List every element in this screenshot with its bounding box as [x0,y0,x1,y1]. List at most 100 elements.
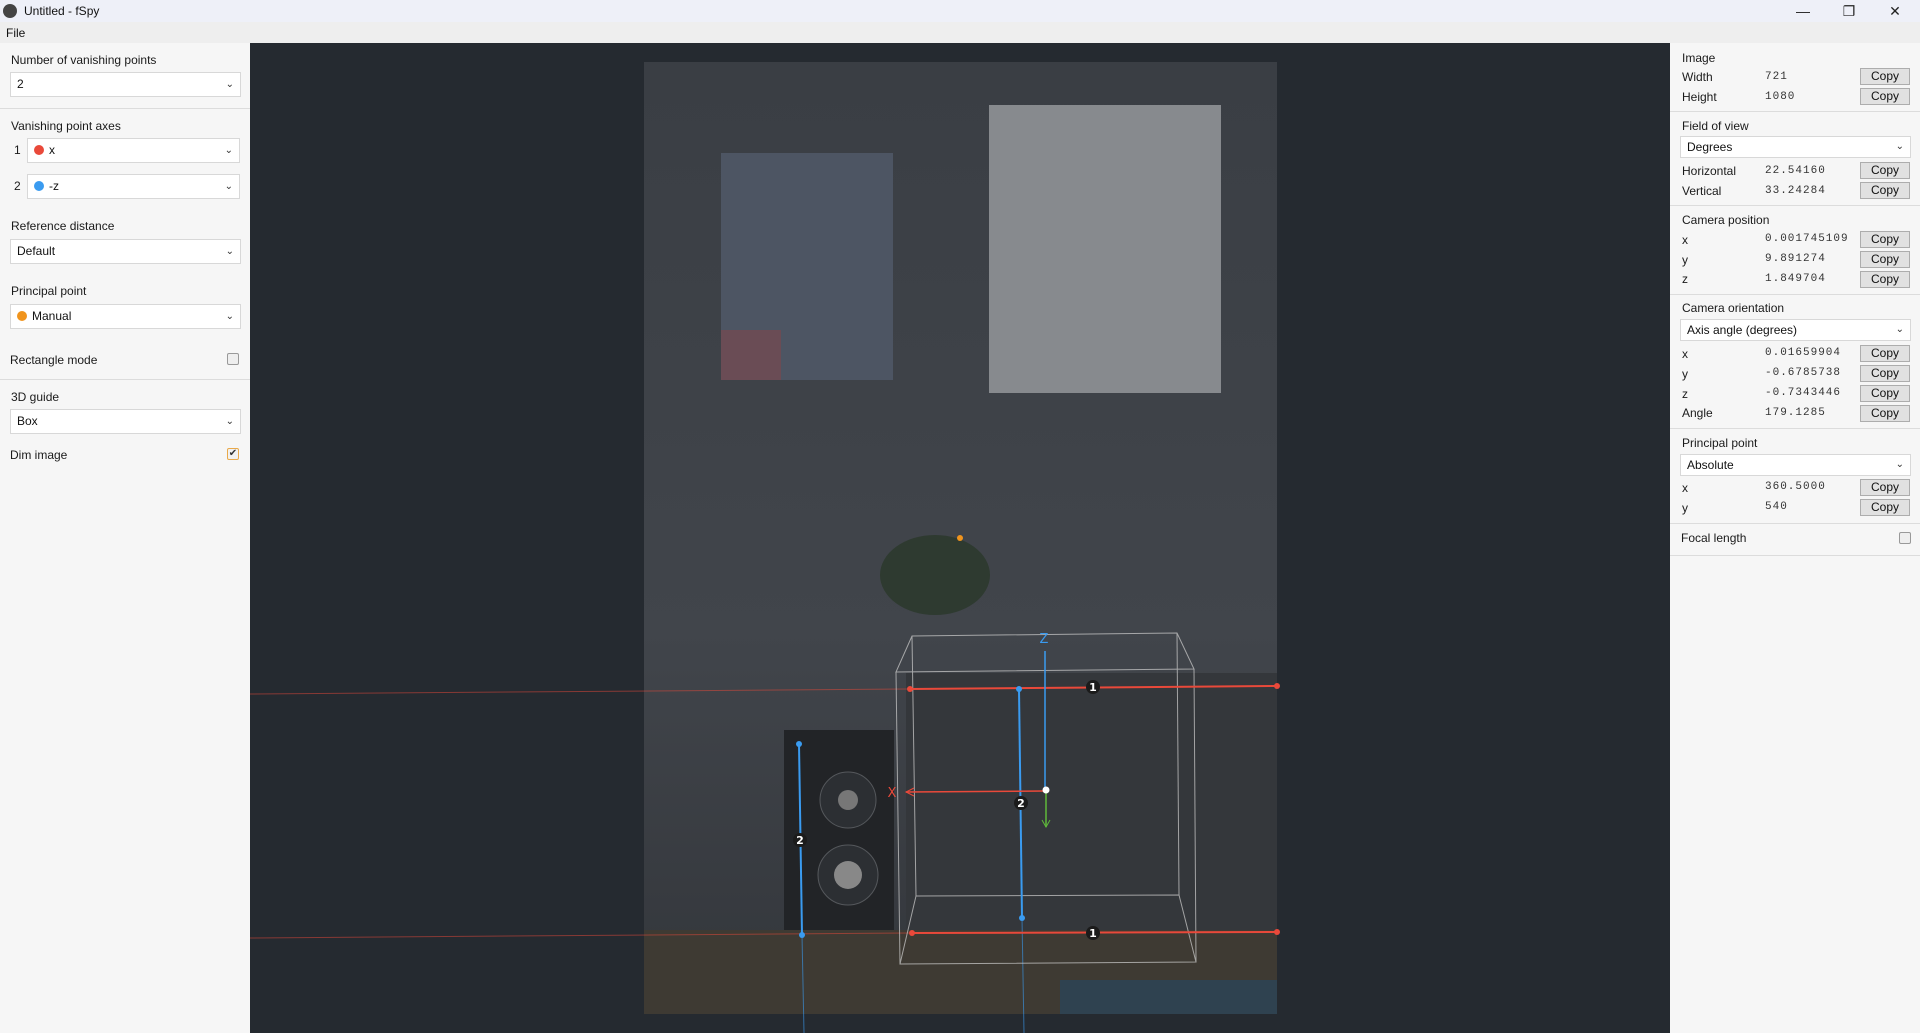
title-bar: Untitled - fSpy — ❐ ✕ [0,0,1920,22]
cam-orient-y-label: y [1682,367,1688,381]
pp-mode-value: Absolute [1687,458,1734,472]
horizontal-label: Horizontal [1682,164,1737,178]
fov-unit-select[interactable]: Degrees ⌄ [1680,136,1911,158]
copy-cam-orient-y-button[interactable]: Copy [1860,365,1910,382]
divider [1670,205,1920,206]
vp2-label: 2 [1017,797,1025,810]
copy-cam-orient-x-button[interactable]: Copy [1860,345,1910,362]
cam-orient-mode-select[interactable]: Axis angle (degrees) ⌄ [1680,319,1911,341]
vp-axes-label: Vanishing point axes [11,119,121,133]
copy-pp-x-button[interactable]: Copy [1860,479,1910,496]
copy-cam-pos-y-button[interactable]: Copy [1860,251,1910,268]
dim-image-label: Dim image [10,448,68,462]
menu-bar: File [0,22,1920,43]
copy-pp-y-button[interactable]: Copy [1860,499,1910,516]
cam-orient-section-title: Camera orientation [1682,301,1785,315]
cam-orient-x-value: 0.01659904 [1765,347,1842,359]
horizontal-value: 22.54160 [1765,165,1826,177]
blue-dot-icon [34,181,44,191]
angle-value: 179.1285 [1765,407,1826,419]
canvas-svg: Z X 1 1 2 2 [250,62,1280,1033]
chevron-down-icon: ⌄ [1895,141,1904,152]
chevron-down-icon: ⌄ [224,181,233,192]
copy-cam-pos-x-button[interactable]: Copy [1860,231,1910,248]
cam-orient-z-label: z [1682,387,1688,401]
poster-right [989,105,1221,393]
pp-y-label: y [1682,501,1688,515]
divider [1670,523,1920,524]
principal-point-handle [957,535,963,541]
divider [0,379,250,380]
vp2-label: 2 [796,834,804,847]
cam-pos-z-label: z [1682,272,1688,286]
results-panel: Image Width 721 Copy Height 1080 Copy Fi… [1670,43,1920,1033]
cam-pos-x-label: x [1682,233,1688,247]
pp-x-label: x [1682,481,1688,495]
rug [1060,980,1277,1014]
copy-height-button[interactable]: Copy [1860,88,1910,105]
close-button[interactable]: ✕ [1872,0,1918,22]
divider [1670,428,1920,429]
principal-point-select[interactable]: Manual ⌄ [10,304,241,329]
dim-image-checkbox[interactable]: ✔ [227,448,239,460]
num-vp-label: Number of vanishing points [11,53,157,67]
poster-left-pink [721,330,781,380]
width-value: 721 [1765,71,1788,83]
guide-value: Box [17,414,38,428]
image-section-title: Image [1682,51,1716,65]
pp-x-value: 360.5000 [1765,481,1826,493]
divider [1670,294,1920,295]
axis-z-label: Z [1040,632,1049,647]
check-icon: ✔ [228,448,238,459]
cam-pos-x-value: 0.001745109 [1765,233,1849,245]
pp-y-value: 540 [1765,501,1788,513]
chevron-down-icon: ⌄ [225,246,234,257]
plant [880,535,990,615]
chevron-down-icon: ⌄ [225,311,234,322]
guide-label: 3D guide [11,390,60,404]
pp-section-title: Principal point [1682,436,1758,450]
minimize-button[interactable]: — [1780,0,1826,22]
num-vp-select[interactable]: 2 ⌄ [10,72,241,97]
x-axis [905,790,1046,793]
vp2-axis-value: -z [49,179,59,193]
origin-handle [1042,786,1050,794]
vp1-axis-select[interactable]: x ⌄ [27,138,240,163]
vp1-axis-value: x [49,143,55,157]
copy-cam-pos-z-button[interactable]: Copy [1860,271,1910,288]
copy-angle-button[interactable]: Copy [1860,405,1910,422]
cam-pos-y-label: y [1682,253,1688,267]
image-canvas[interactable]: Z X 1 1 2 2 [250,43,1670,1033]
ref-distance-label: Reference distance [11,219,115,233]
red-dot-icon [34,145,44,155]
divider [1670,555,1920,556]
guide-select[interactable]: Box ⌄ [10,409,241,434]
rectangle-mode-label: Rectangle mode [10,353,98,367]
cam-pos-section-title: Camera position [1682,213,1770,227]
principal-point-label: Principal point [11,284,87,298]
cam-pos-y-value: 9.891274 [1765,253,1826,265]
vp2-axis-select[interactable]: -z ⌄ [27,174,240,199]
divider [0,108,250,109]
chevron-down-icon: ⌄ [225,79,234,90]
menu-file[interactable]: File [6,26,25,40]
vp-axis-index: 1 [14,143,21,157]
pp-mode-select[interactable]: Absolute ⌄ [1680,454,1911,476]
fov-unit-value: Degrees [1687,140,1733,154]
orange-dot-icon [17,311,27,321]
chevron-down-icon: ⌄ [1895,324,1904,335]
ref-distance-select[interactable]: Default ⌄ [10,239,241,264]
focal-length-checkbox[interactable] [1899,532,1911,544]
copy-cam-orient-z-button[interactable]: Copy [1860,385,1910,402]
copy-width-button[interactable]: Copy [1860,68,1910,85]
window-title: Untitled - fSpy [24,4,100,18]
vp-axis-index: 2 [14,179,21,193]
maximize-button[interactable]: ❐ [1826,0,1872,22]
copy-vertical-button[interactable]: Copy [1860,182,1910,199]
vp1-label: 1 [1089,681,1097,694]
rectangle-mode-checkbox[interactable] [227,353,239,365]
copy-horizontal-button[interactable]: Copy [1860,162,1910,179]
width-label: Width [1682,70,1713,84]
cam-pos-z-value: 1.849704 [1765,273,1826,285]
axis-x-label: X [888,786,897,801]
